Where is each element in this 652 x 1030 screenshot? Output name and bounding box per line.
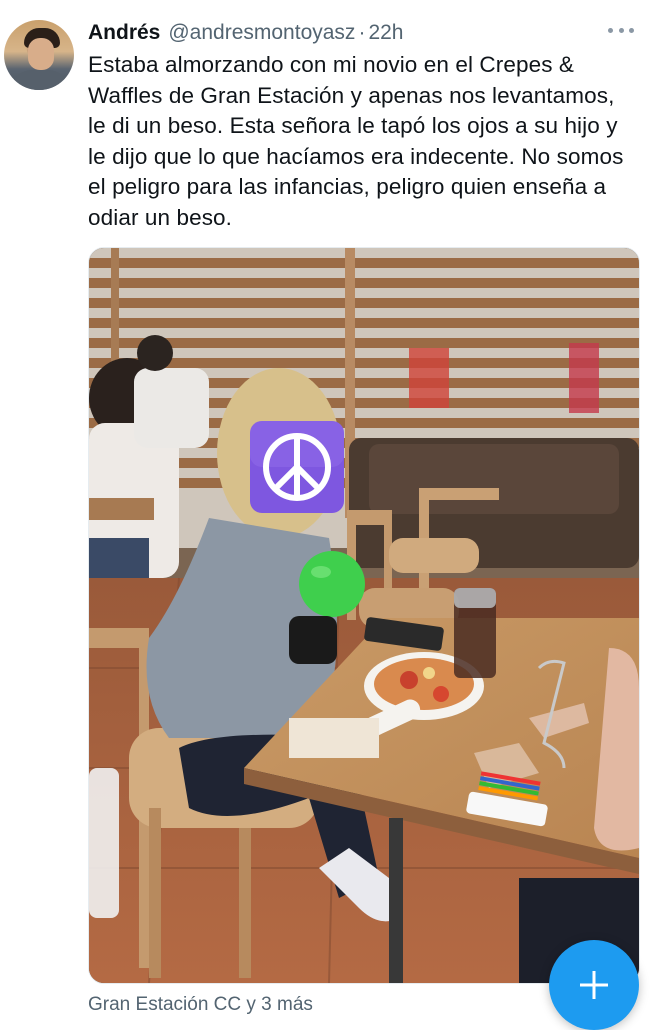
peace-symbol-icon <box>250 421 344 513</box>
timestamp[interactable]: 22h <box>368 21 403 45</box>
tweet-header: Andrés @andresmontoyasz · 22h <box>88 18 632 48</box>
tweet-text: Estaba almorzando con mi novio en el Cre… <box>88 52 624 230</box>
separator-dot: · <box>358 21 366 44</box>
author-name[interactable]: Andrés <box>88 21 160 45</box>
avatar[interactable] <box>4 20 74 90</box>
restaurant-photo <box>89 248 639 983</box>
avatar-shirt <box>10 70 70 90</box>
avatar-face <box>28 38 54 70</box>
author-handle[interactable]: @andresmontoyasz <box>168 21 355 45</box>
plus-icon <box>580 971 608 999</box>
tweet-photo[interactable] <box>88 247 640 984</box>
tagged-location[interactable]: Gran Estación CC y 3 más <box>88 994 313 1016</box>
more-horizontal-icon[interactable] <box>608 22 634 38</box>
compose-button[interactable] <box>549 940 639 1030</box>
